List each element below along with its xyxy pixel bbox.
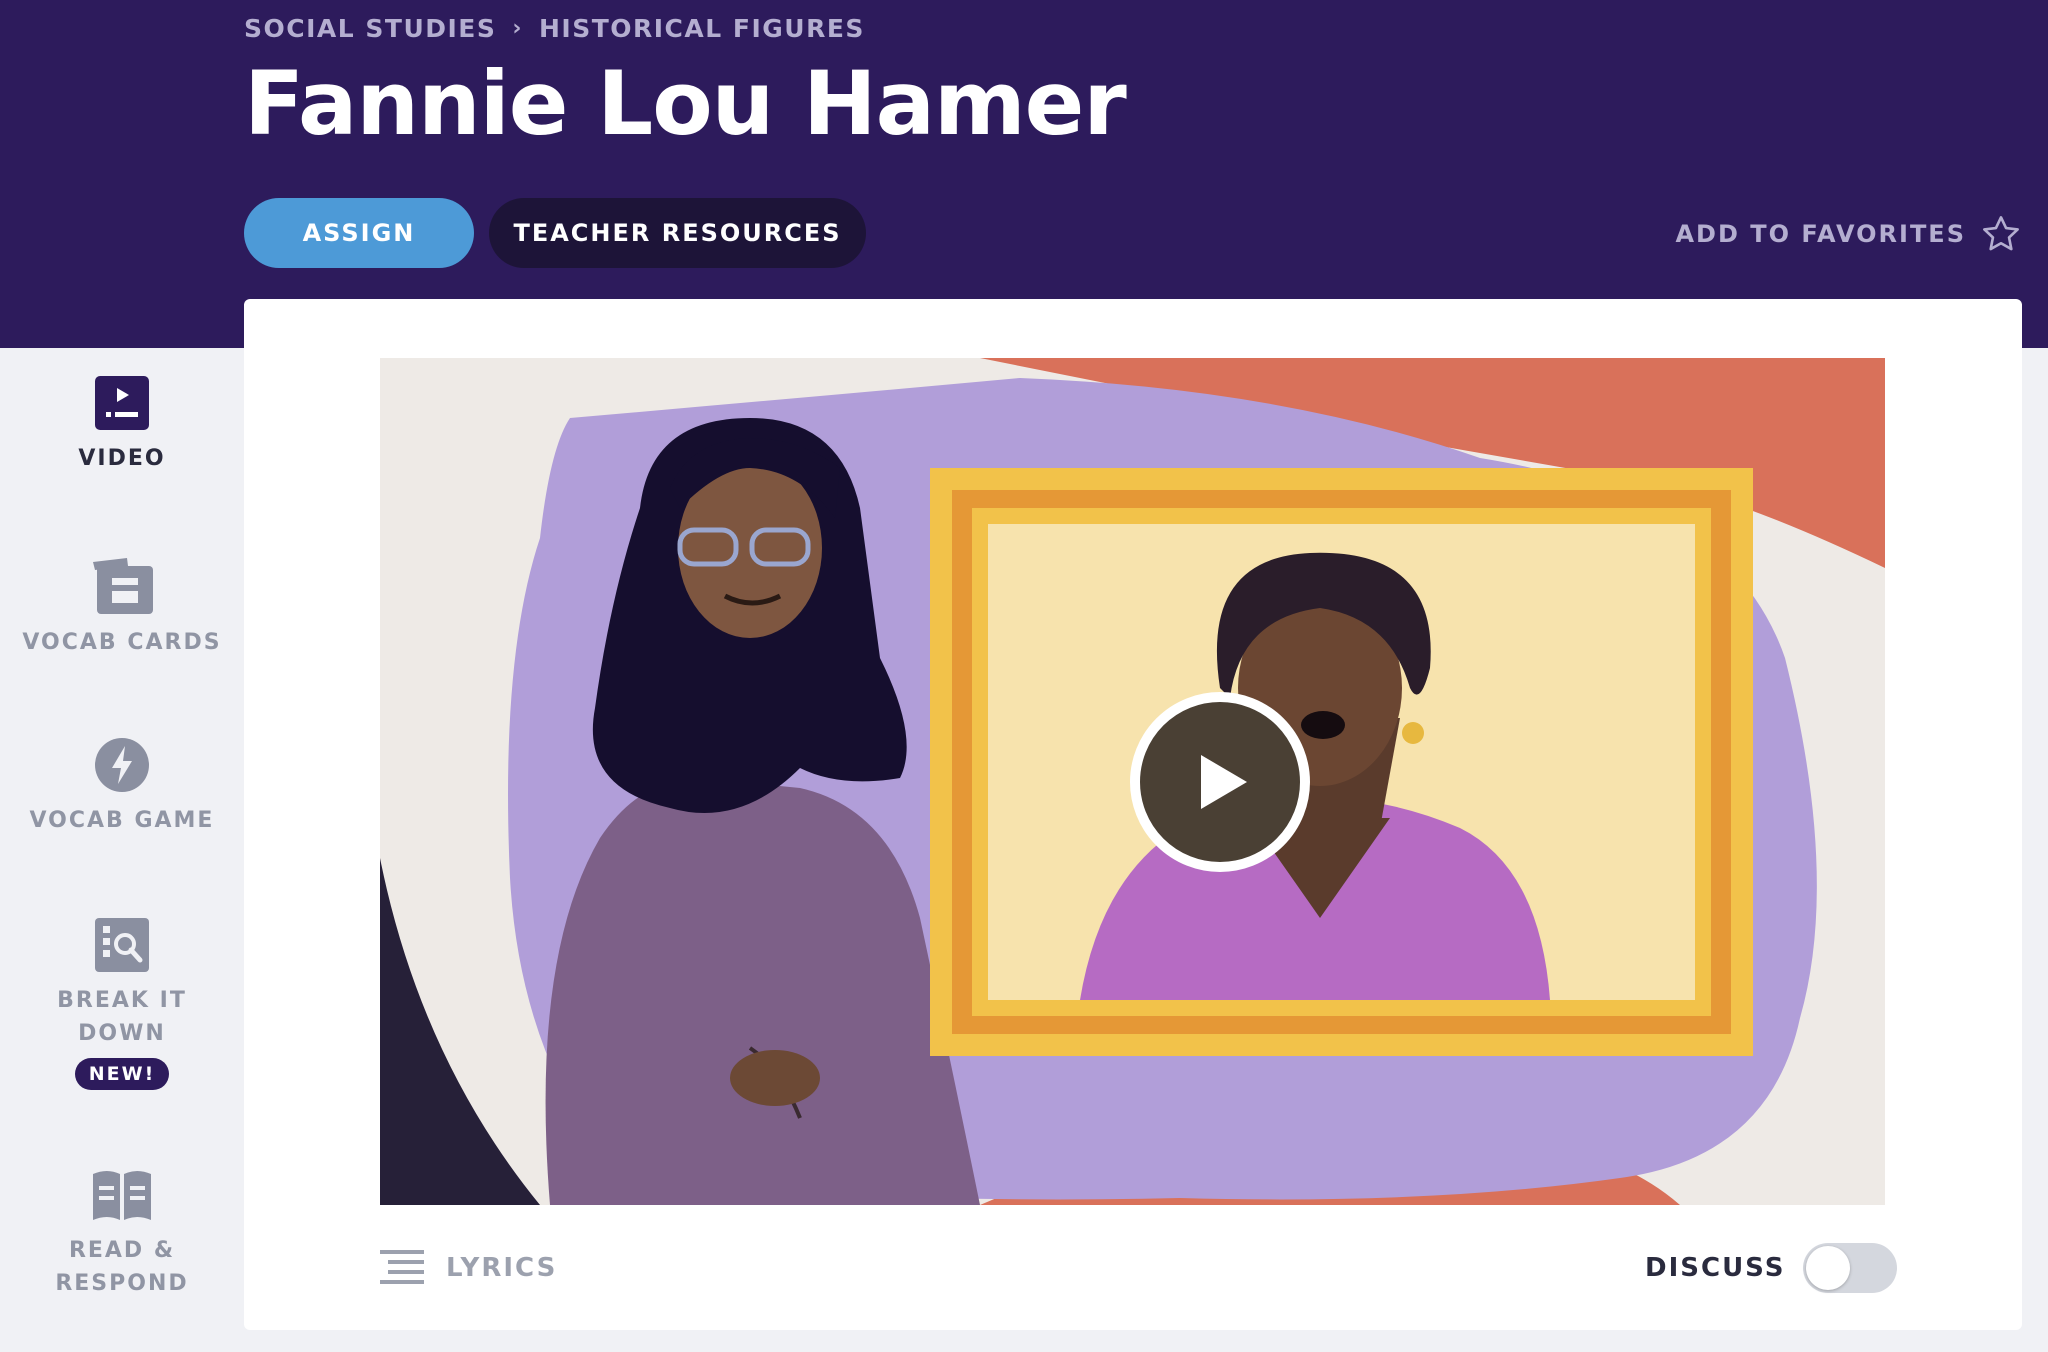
add-to-favorites-button[interactable]: ADD TO FAVORITES — [1675, 206, 2022, 262]
add-to-favorites-label: ADD TO FAVORITES — [1675, 220, 1966, 248]
sidebar-item-read-respond[interactable]: READ & RESPOND — [0, 1166, 244, 1300]
lyrics-button[interactable]: LYRICS — [380, 1243, 557, 1293]
star-icon — [1983, 216, 2019, 251]
vocab-cards-icon — [93, 558, 153, 614]
toggle-knob — [1806, 1246, 1851, 1290]
chevron-right-icon: › — [512, 16, 523, 41]
play-button[interactable] — [1130, 692, 1310, 872]
video-icon — [95, 376, 149, 430]
magnifier-icon — [95, 918, 149, 972]
assign-button[interactable]: ASSIGN — [244, 198, 474, 268]
sidebar-item-label: BREAK IT DOWN — [57, 988, 187, 1046]
sidebar-item-label: VOCAB CARDS — [22, 630, 222, 655]
page-title: Fannie Lou Hamer — [244, 52, 1127, 155]
sidebar-item-label: VOCAB GAME — [29, 808, 215, 833]
discuss-label: DISCUSS — [1645, 1253, 1786, 1283]
sidebar-item-break-it-down[interactable]: BREAK IT DOWN NEW! — [0, 916, 244, 1090]
play-icon — [1201, 755, 1247, 809]
lyrics-list-icon — [380, 1250, 424, 1284]
sidebar: VIDEO VOCAB CARDS VOCAB GAME BREAK IT DO… — [0, 348, 244, 1352]
sidebar-item-video[interactable]: VIDEO — [0, 374, 244, 475]
sidebar-item-vocab-cards[interactable]: VOCAB CARDS — [0, 554, 244, 659]
breadcrumb-social-studies[interactable]: SOCIAL STUDIES — [244, 14, 496, 43]
breadcrumb-historical-figures[interactable]: HISTORICAL FIGURES — [539, 14, 865, 43]
discuss-toggle[interactable] — [1803, 1243, 1898, 1293]
sidebar-item-label: VIDEO — [78, 446, 166, 471]
sidebar-item-vocab-game[interactable]: VOCAB GAME — [0, 736, 244, 837]
video-player[interactable] — [380, 358, 1885, 1205]
lightning-icon — [95, 738, 149, 792]
lyrics-label: LYRICS — [446, 1253, 558, 1283]
breadcrumb: SOCIAL STUDIES › HISTORICAL FIGURES — [244, 14, 865, 43]
new-badge: NEW! — [74, 1058, 170, 1090]
discuss-control: DISCUSS — [1645, 1243, 1898, 1293]
teacher-resources-button[interactable]: TEACHER RESOURCES — [489, 198, 866, 268]
open-book-icon — [93, 1171, 151, 1220]
sidebar-item-label: READ & RESPOND — [55, 1238, 189, 1296]
header: SOCIAL STUDIES › HISTORICAL FIGURES Fann… — [0, 0, 2048, 348]
